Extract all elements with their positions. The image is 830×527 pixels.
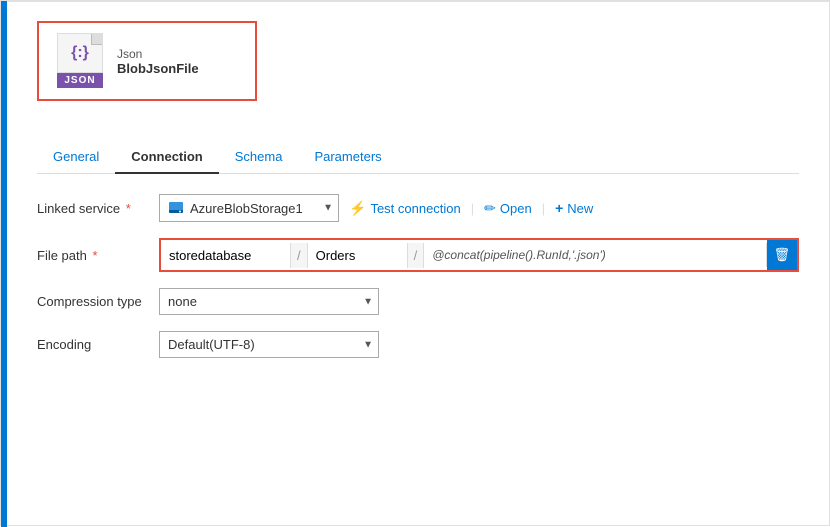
- linked-service-value: AzureBlobStorage1: [190, 201, 303, 216]
- file-path-folder-input[interactable]: [308, 243, 408, 268]
- tab-schema[interactable]: Schema: [219, 141, 299, 174]
- separator-1: |: [471, 201, 474, 216]
- encoding-row: Encoding Default(UTF-8) ▼: [37, 331, 799, 358]
- linked-service-controls: AzureBlobStorage1 ▼ ⚡ Test connection | …: [159, 194, 799, 222]
- compression-row: Compression type none ▼: [37, 288, 799, 315]
- top-border: [7, 1, 829, 2]
- dataset-name-label: BlobJsonFile: [117, 61, 199, 76]
- path-separator-1: /: [291, 243, 308, 268]
- compression-select-wrapper: none ▼: [159, 288, 379, 315]
- tabs-bar: General Connection Schema Parameters: [37, 141, 799, 174]
- test-connection-link[interactable]: ⚡ Test connection: [349, 200, 461, 217]
- encoding-select[interactable]: Default(UTF-8): [159, 331, 379, 358]
- linked-service-required: *: [122, 201, 131, 216]
- test-connection-icon: ⚡: [349, 200, 366, 217]
- delete-icon: 🗑: [774, 247, 791, 263]
- path-separator-2: /: [408, 243, 425, 268]
- encoding-value: Default(UTF-8): [168, 337, 255, 352]
- linked-service-label: Linked service *: [37, 201, 147, 216]
- linked-service-row: Linked service * AzureBlobStorage1 ▼: [37, 194, 799, 222]
- open-icon: ✏: [484, 200, 496, 217]
- encoding-label: Encoding: [37, 337, 147, 352]
- content-area: {:} JSON Json BlobJsonFile General Conne…: [7, 1, 829, 527]
- json-label-bar: JSON: [57, 73, 103, 88]
- open-link[interactable]: ✏ Open: [484, 200, 532, 217]
- left-accent-bar: [1, 1, 7, 527]
- dataset-card[interactable]: {:} JSON Json BlobJsonFile: [37, 21, 257, 101]
- json-file-icon: {:} JSON: [55, 33, 105, 89]
- file-path-inputs: / / 🗑: [159, 238, 799, 272]
- new-link[interactable]: + New: [555, 200, 593, 216]
- file-path-row: File path * / / 🗑: [37, 238, 799, 272]
- dataset-type-label: Json: [117, 47, 199, 61]
- file-path-delete-button[interactable]: 🗑: [767, 240, 797, 270]
- tab-connection[interactable]: Connection: [115, 141, 219, 174]
- linked-service-select[interactable]: AzureBlobStorage1: [159, 194, 339, 222]
- compression-label: Compression type: [37, 294, 147, 309]
- storage-icon: [168, 200, 184, 216]
- compression-value: none: [168, 294, 197, 309]
- linked-service-select-wrapper: AzureBlobStorage1 ▼: [159, 194, 339, 222]
- tab-general[interactable]: General: [37, 141, 115, 174]
- json-curly-braces: {:}: [71, 44, 89, 62]
- compression-select[interactable]: none: [159, 288, 379, 315]
- form-area: Linked service * AzureBlobStorage1 ▼: [37, 194, 799, 358]
- file-path-container-input[interactable]: [161, 243, 291, 268]
- encoding-select-wrapper: Default(UTF-8) ▼: [159, 331, 379, 358]
- separator-2: |: [542, 201, 545, 216]
- new-icon: +: [555, 200, 563, 216]
- json-icon-paper: {:}: [57, 33, 103, 73]
- file-path-required: *: [89, 248, 98, 263]
- tab-parameters[interactable]: Parameters: [298, 141, 397, 174]
- file-path-label: File path *: [37, 248, 147, 263]
- file-path-expression-input[interactable]: [424, 243, 767, 267]
- dataset-info: Json BlobJsonFile: [117, 47, 199, 76]
- main-container: {:} JSON Json BlobJsonFile General Conne…: [0, 0, 830, 526]
